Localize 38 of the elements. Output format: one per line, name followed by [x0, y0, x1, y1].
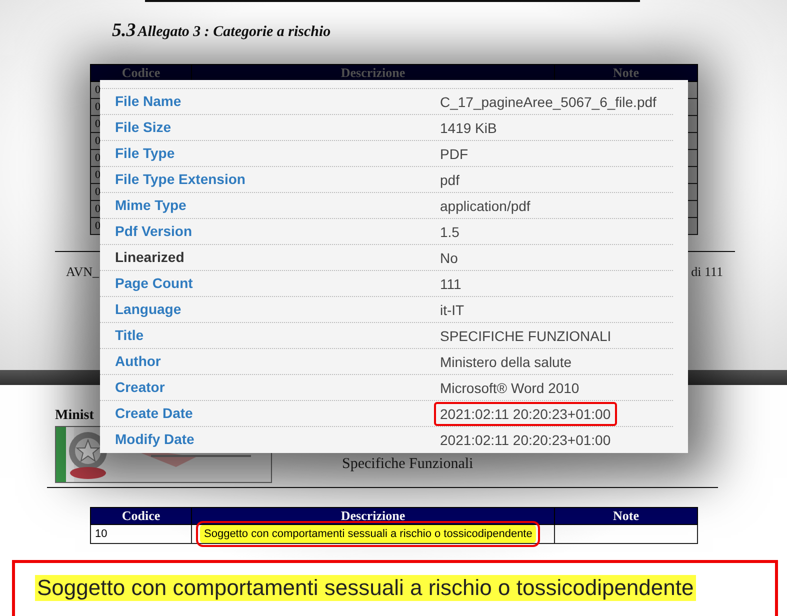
column-header: Note — [554, 64, 698, 82]
section-number: 5.3 — [112, 20, 136, 41]
column-header: Descrizione — [192, 508, 554, 524]
metadata-value: 111 — [439, 274, 462, 294]
metadata-value: 1.5 — [439, 222, 460, 242]
metadata-label[interactable]: Language — [115, 300, 182, 316]
highlighted-text: Soggetto con comportamenti sessuali a rischio o tossicodipendente — [35, 575, 696, 601]
column-header: Codice — [90, 64, 192, 82]
metadata-value: SPECIFICHE FUNZIONALI — [439, 326, 612, 346]
table-cell: 10 — [90, 524, 192, 544]
section-title: Allegato 3 : Categorie a rischio — [138, 24, 331, 40]
document-subtitle: Specifiche Funzionali — [342, 456, 474, 473]
metadata-label[interactable]: Page Count — [115, 274, 193, 290]
metadata-value: C_17_pagineAree_5067_6_file.pdf — [439, 92, 658, 112]
metadata-value: 2021:02:11 20:20:23+01:00 — [439, 431, 612, 450]
metadata-label: Linearized — [115, 248, 184, 264]
metadata-label[interactable]: Modify Date — [115, 431, 194, 447]
metadata-label[interactable]: Create Date — [115, 404, 193, 420]
metadata-label[interactable]: File Size — [115, 118, 172, 134]
highlighted-description: Soggetto con comportamenti sessuali a rischio o tossicodipendente — [200, 525, 536, 543]
metadata-value: No — [439, 248, 459, 268]
metadata-value: Ministero della salute — [439, 352, 573, 372]
metadata-value: application/pdf — [439, 196, 532, 216]
metadata-value: 1419 KiB — [439, 118, 498, 138]
metadata-label[interactable]: Title — [115, 326, 144, 342]
column-header: Note — [554, 508, 698, 524]
metadata-value: 2021:02:11 20:20:23+01:00 — [434, 402, 617, 426]
column-header: Descrizione — [192, 64, 554, 82]
ministry-text: Minist — [55, 408, 94, 423]
column-header: Codice — [90, 508, 192, 524]
metadata-label[interactable]: Author — [115, 352, 161, 368]
metadata-value: PDF — [439, 144, 469, 164]
metadata-value: pdf — [439, 170, 460, 190]
page-number: di 111 — [691, 264, 723, 280]
metadata-value: Microsoft® Word 2010 — [439, 378, 580, 398]
metadata-value: it-IT — [439, 300, 466, 320]
footer-text: AVN_ — [66, 264, 99, 280]
metadata-label[interactable]: Creator — [115, 378, 165, 394]
